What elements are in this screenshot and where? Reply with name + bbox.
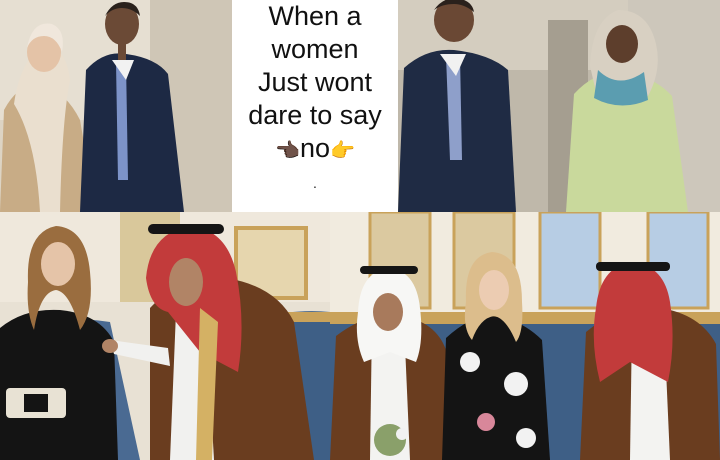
caption-line-3: Just wont (257, 67, 373, 97)
photo-top-right (398, 0, 720, 212)
caption-word-no: no (299, 133, 331, 163)
pointing-right-emoji-icon: 👉 (330, 140, 355, 162)
caption-line-4: dare to say (248, 100, 382, 130)
caption-line-2: women (271, 34, 359, 64)
caption-dot: . (313, 175, 317, 191)
caption-no-row: 👈🏿no👉 (232, 132, 398, 168)
photo-top-left (0, 0, 232, 212)
caption-line-1: When a (268, 1, 362, 31)
photo-bottom-left (0, 212, 330, 460)
photo-bottom-right (330, 212, 720, 460)
pointing-left-emoji-icon: 👈🏿 (275, 140, 300, 162)
meme-caption: When a women Just wont dare to say 👈🏿no👉… (232, 0, 398, 212)
